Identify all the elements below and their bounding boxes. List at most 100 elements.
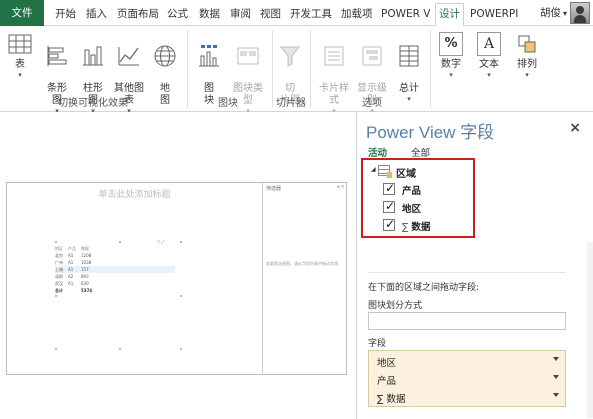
slicer-icon bbox=[279, 46, 301, 67]
arrange-button[interactable]: 排列 ▾ bbox=[512, 32, 542, 79]
table-button[interactable]: 表 ▾ bbox=[6, 32, 34, 79]
user-account[interactable]: 胡俊 ▾ bbox=[540, 5, 567, 20]
totals-button[interactable]: 总计 ▾ bbox=[394, 32, 424, 115]
tile-by-dropzone[interactable] bbox=[368, 312, 566, 330]
well-field-product[interactable]: 产品 bbox=[369, 370, 565, 388]
field-label: ∑ 数据 bbox=[402, 219, 430, 233]
tab-view[interactable]: 视图 bbox=[260, 5, 281, 23]
checkbox[interactable] bbox=[383, 199, 395, 213]
table-cell: 630 bbox=[81, 281, 89, 286]
globe-icon bbox=[154, 45, 176, 67]
tab-home[interactable]: 开始 bbox=[55, 5, 76, 23]
well-field-label-text: 数据 bbox=[386, 394, 406, 405]
ribbon-divider bbox=[430, 30, 431, 108]
collapse-triangle-icon[interactable]: ◢ bbox=[371, 166, 376, 173]
table-row: 广州 A1 1038 bbox=[55, 259, 175, 266]
tab-review[interactable]: 审阅 bbox=[230, 5, 251, 23]
table-header: 产品 bbox=[68, 246, 76, 251]
table-header: 地区 bbox=[55, 246, 63, 251]
title-placeholder[interactable]: 单击此处添加标题 bbox=[7, 187, 262, 200]
well-field-data[interactable]: ∑ 数据 bbox=[369, 388, 565, 406]
tab-developer[interactable]: 开发工具 bbox=[290, 5, 332, 23]
chevron-down-icon[interactable] bbox=[553, 393, 559, 397]
well-field-region[interactable]: 地区 bbox=[369, 352, 565, 370]
table-cell: 1038 bbox=[81, 260, 92, 265]
resize-handle[interactable] bbox=[55, 348, 57, 350]
tab-file[interactable]: 文件 bbox=[0, 0, 44, 26]
table-cell: A1 bbox=[68, 253, 74, 258]
visual-controls[interactable]: ▽ ⤢ bbox=[157, 239, 165, 244]
group-label-options: 选项 bbox=[362, 98, 382, 109]
report-sheet[interactable]: 单击此处添加标题 ▽ ⤢ 地区 产品 数据 北京 A1 1208 广州 A1 1… bbox=[6, 182, 347, 375]
scrollbar[interactable] bbox=[587, 242, 593, 418]
tab-powerpivot[interactable]: POWERPI bbox=[470, 5, 518, 23]
percent-icon: % bbox=[439, 32, 463, 56]
filters-hint: 若要筛选视图，请从字段列表中拖动字段 bbox=[266, 261, 338, 266]
pane-divider bbox=[368, 272, 566, 273]
fields-dropzone[interactable]: 地区 产品 ∑ 数据 bbox=[368, 350, 566, 407]
resize-handle[interactable] bbox=[119, 348, 121, 350]
user-name: 胡俊 bbox=[539, 7, 561, 19]
chevron-down-icon[interactable] bbox=[553, 357, 559, 361]
well-field-label: ∑ 数据 bbox=[377, 391, 405, 405]
table-cell: A2 bbox=[68, 274, 74, 279]
resize-handle[interactable] bbox=[180, 295, 182, 297]
sigma-icon: ∑ bbox=[402, 222, 409, 233]
chevron-down-icon: ▾ bbox=[407, 95, 411, 103]
resize-handle[interactable] bbox=[119, 241, 121, 243]
tab-formulas[interactable]: 公式 bbox=[167, 5, 188, 23]
tab-design[interactable]: 设计 bbox=[435, 3, 464, 27]
filters-controls[interactable]: ◂ × bbox=[337, 184, 345, 190]
resize-handle[interactable] bbox=[55, 295, 57, 297]
tiles-label: 图 块 bbox=[204, 83, 214, 106]
tab-powerview[interactable]: POWER V bbox=[381, 5, 430, 23]
table-cell: 893 bbox=[81, 274, 89, 279]
field-label-text: 数据 bbox=[411, 222, 431, 233]
well-field-label: 产品 bbox=[377, 376, 397, 387]
resize-handle[interactable] bbox=[180, 241, 182, 243]
close-icon[interactable]: × bbox=[569, 120, 581, 136]
chevron-down-icon[interactable] bbox=[553, 375, 559, 379]
ribbon: 表 ▾ 条形 图 ▾ 柱形 图 ▾ 其他图 表 ▾ 地 图 切换可视化效果 图 … bbox=[0, 26, 593, 115]
pane-title-cn: 字段 bbox=[460, 123, 495, 142]
table-header: 数据 bbox=[81, 246, 89, 251]
table-row: 深圳 A2 893 bbox=[55, 273, 175, 280]
mini-table[interactable]: 地区 产品 数据 北京 A1 1208 广州 A1 1038 上海 A1 157… bbox=[55, 245, 175, 294]
group-label-switch-visualization: 切换可视化效果 bbox=[58, 98, 128, 109]
totals-icon bbox=[399, 45, 419, 67]
table-cell: 武汉 bbox=[55, 281, 63, 286]
table-header-row: 地区 产品 数据 bbox=[55, 245, 175, 252]
ribbon-tab-bar: 文件 开始 插入 页面布局 公式 数据 审阅 视图 开发工具 加载项 POWER… bbox=[0, 0, 593, 27]
table-total-row: 总计 5374 bbox=[55, 287, 175, 294]
tile-by-label: 图块划分方式 bbox=[368, 301, 423, 311]
arrange-label: 排列 bbox=[517, 59, 537, 70]
tab-data[interactable]: 数据 bbox=[199, 5, 220, 23]
tab-page-layout[interactable]: 页面布局 bbox=[117, 5, 159, 23]
tiles-icon bbox=[199, 45, 219, 67]
number-format-button[interactable]: % 数字 ▾ bbox=[436, 32, 466, 79]
resize-handle[interactable] bbox=[180, 348, 182, 350]
resize-handle[interactable] bbox=[55, 241, 57, 243]
tab-all[interactable]: 全部 bbox=[411, 145, 430, 159]
checkbox[interactable] bbox=[383, 181, 395, 195]
checkbox[interactable] bbox=[383, 217, 395, 231]
tab-insert[interactable]: 插入 bbox=[86, 5, 107, 23]
tab-addins[interactable]: 加载项 bbox=[341, 5, 373, 23]
sigma-icon: ∑ bbox=[377, 394, 384, 405]
chevron-down-icon: ▾ bbox=[449, 71, 453, 79]
table-cell: 广州 bbox=[55, 260, 63, 265]
avatar[interactable] bbox=[570, 2, 590, 24]
line-chart-icon bbox=[118, 47, 139, 66]
well-field-label: 地区 bbox=[377, 358, 397, 369]
tile-type-icon bbox=[237, 47, 259, 65]
field-table-name[interactable]: 区域 bbox=[396, 165, 416, 180]
number-format-label: 数字 bbox=[441, 59, 461, 70]
filters-area[interactable]: 筛选器 ◂ × 若要筛选视图，请从字段列表中拖动字段 bbox=[262, 183, 348, 375]
column-chart-icon bbox=[83, 46, 103, 66]
table-row: 北京 A1 1208 bbox=[55, 252, 175, 259]
table-cell: 1208 bbox=[81, 253, 92, 258]
tab-active[interactable]: 活动 bbox=[368, 145, 387, 159]
text-format-button[interactable]: A 文本 ▾ bbox=[474, 32, 504, 79]
map-button[interactable]: 地 图 bbox=[152, 32, 178, 107]
filters-title: 筛选器 bbox=[266, 186, 282, 192]
